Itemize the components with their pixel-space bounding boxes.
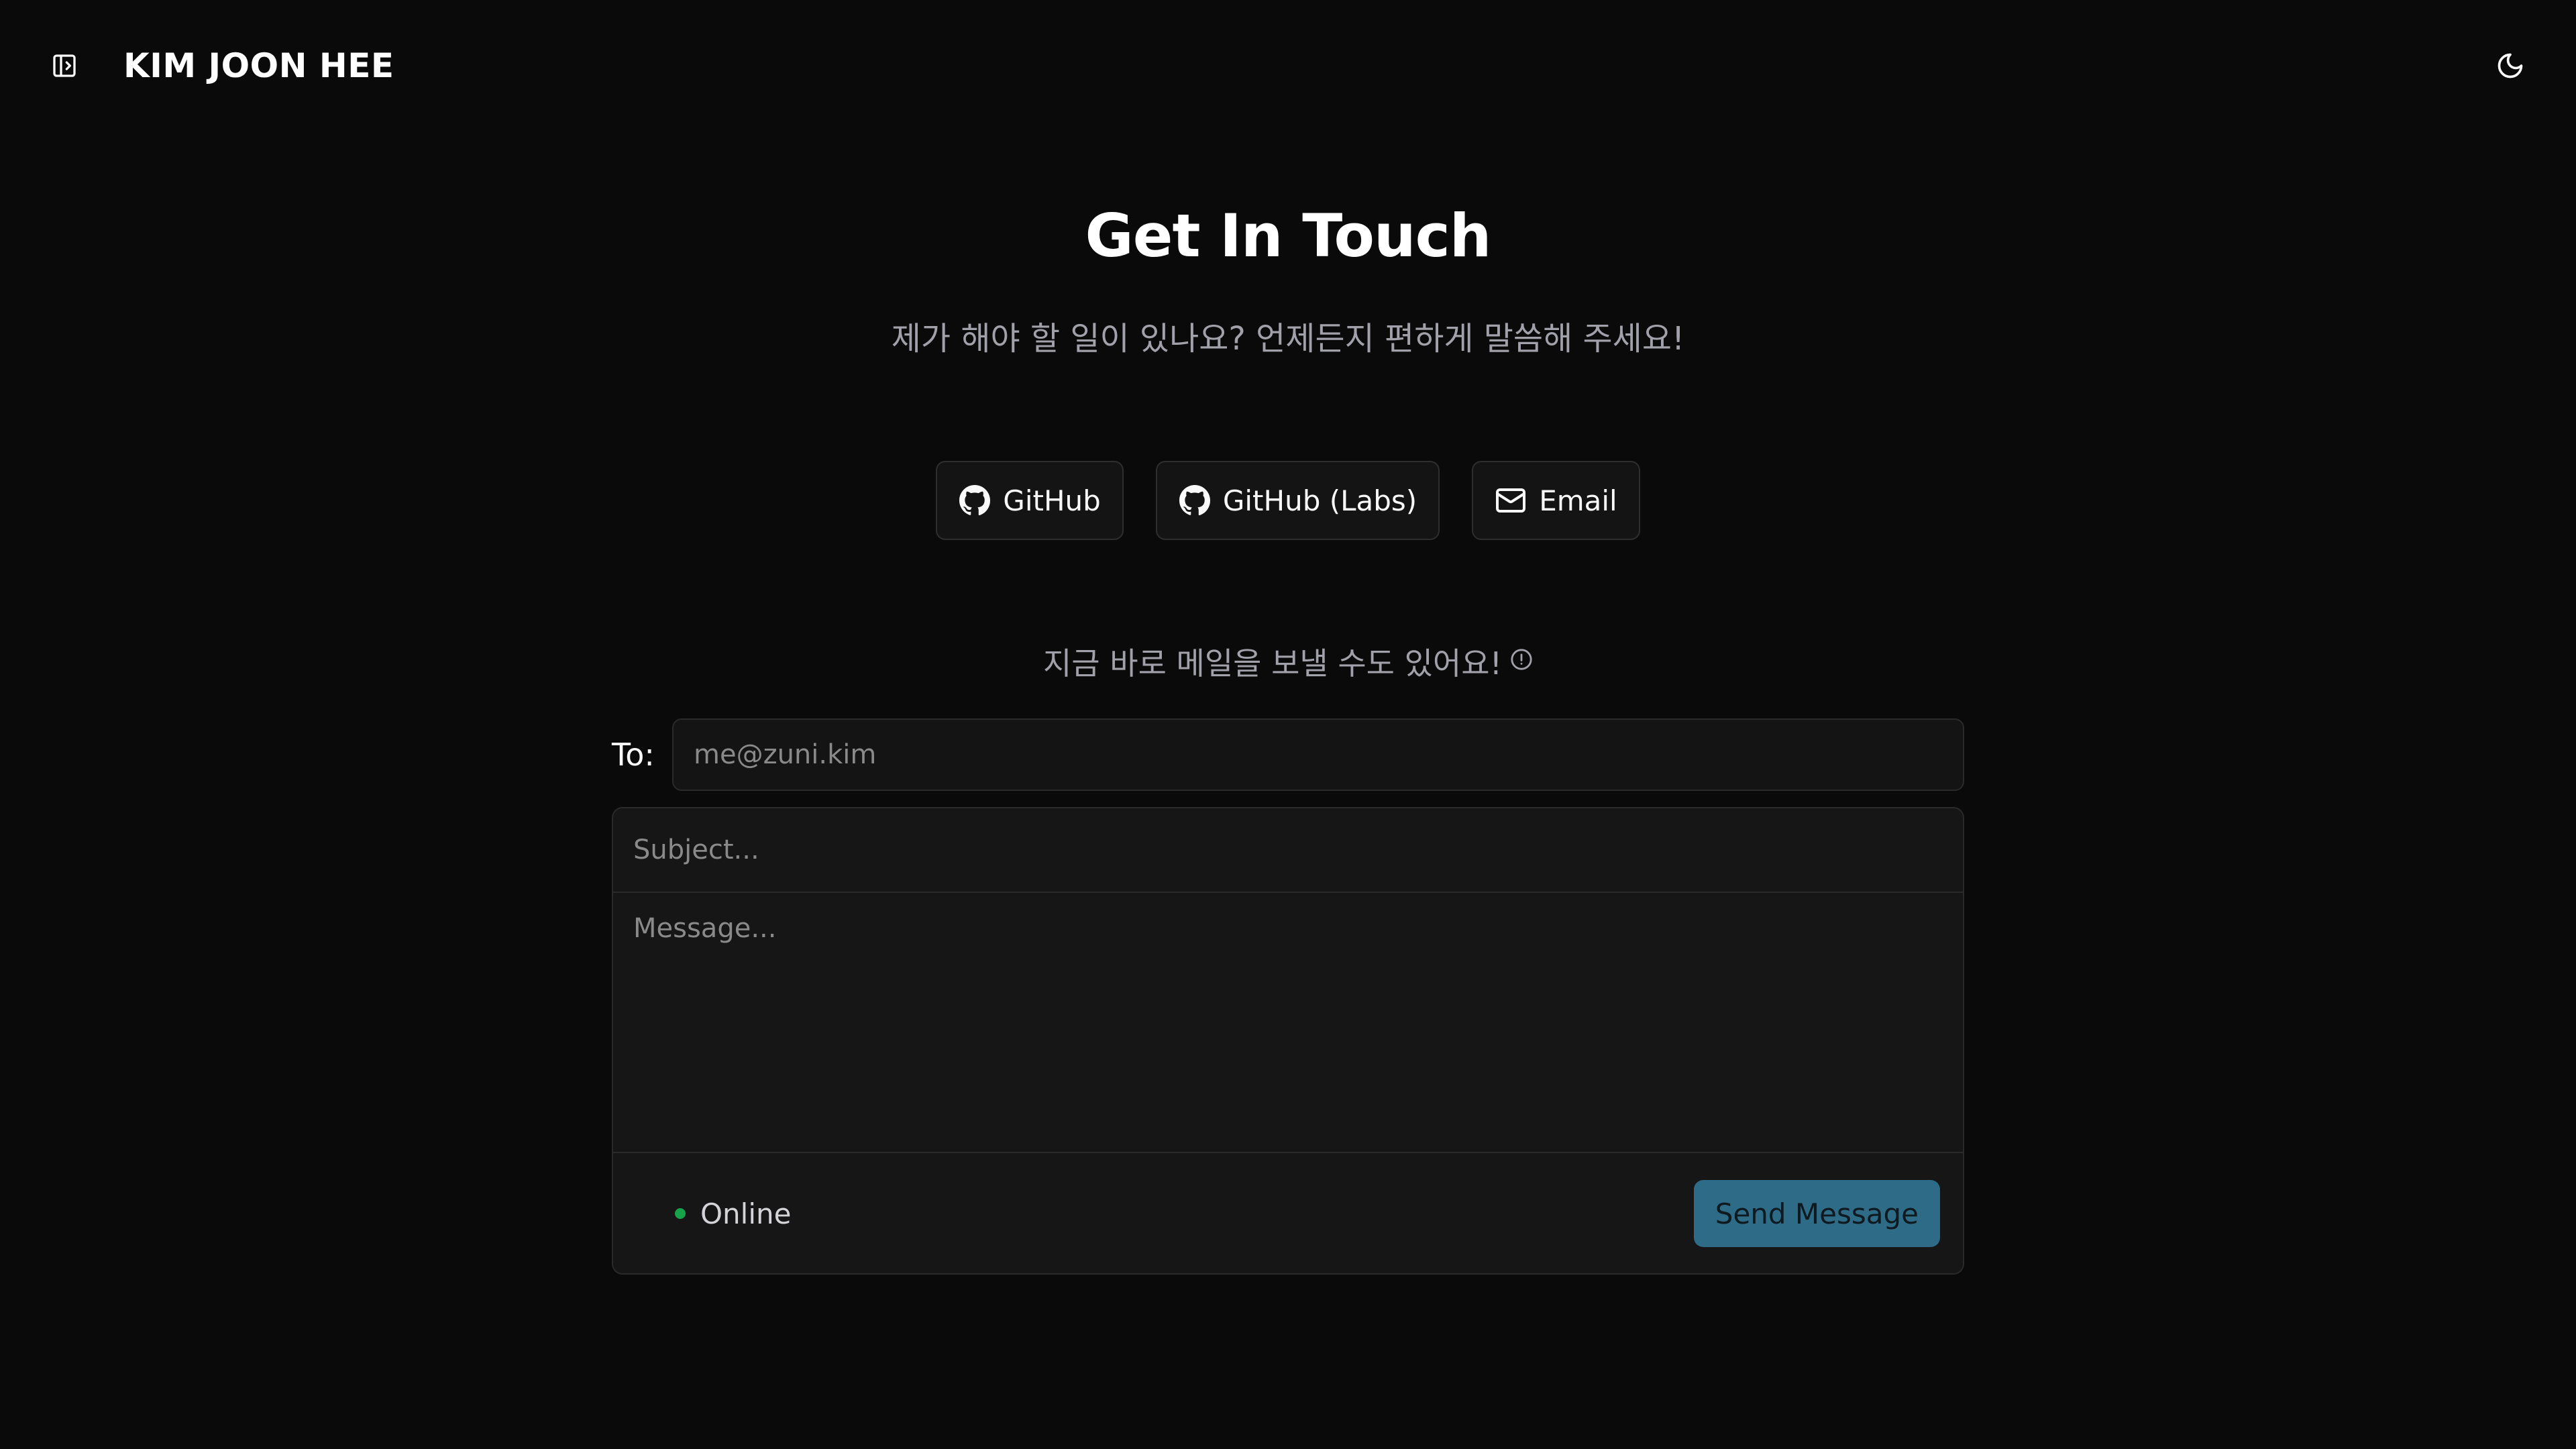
mail-hint-text: 지금 바로 메일을 보낼 수도 있어요!	[1042, 645, 1503, 682]
to-row: To:	[612, 718, 1964, 791]
github-labs-button[interactable]: GitHub (Labs)	[1155, 461, 1440, 540]
page-subtitle: 제가 해야 할 일이 있나요? 언제든지 편하게 말씀해 주세요!	[891, 320, 1685, 358]
top-bar: KIM JOON HEE	[0, 0, 2576, 131]
compose-footer: Online Send Message	[613, 1153, 1963, 1273]
status-indicator: Online	[675, 1197, 791, 1230]
message-input[interactable]	[613, 893, 1963, 1153]
subject-input[interactable]	[613, 808, 1963, 893]
compose-box: Online Send Message	[612, 807, 1964, 1275]
to-label: To:	[612, 737, 655, 773]
page-title: Get In Touch	[1085, 201, 1492, 270]
mail-icon	[1495, 484, 1527, 517]
github-labs-button-label: GitHub (Labs)	[1222, 484, 1417, 517]
email-button[interactable]: Email	[1472, 461, 1640, 540]
site-title[interactable]: KIM JOON HEE	[123, 46, 394, 85]
contact-links: GitHub GitHub (Labs) Email	[0, 461, 2576, 540]
send-message-button[interactable]: Send Message	[1693, 1180, 1940, 1247]
moon-icon[interactable]	[2494, 50, 2526, 82]
github-button[interactable]: GitHub	[936, 461, 1124, 540]
info-icon[interactable]	[1510, 642, 1533, 678]
github-icon	[959, 484, 991, 517]
github-icon	[1179, 484, 1211, 517]
github-button-label: GitHub	[1003, 484, 1101, 517]
status-dot	[675, 1208, 686, 1219]
panel-left-icon[interactable]	[50, 51, 79, 80]
status-text: Online	[700, 1197, 792, 1230]
mail-hint: 지금 바로 메일을 보낼 수도 있어요!	[0, 639, 2576, 684]
email-button-label: Email	[1539, 484, 1617, 517]
to-input[interactable]	[672, 718, 1964, 791]
